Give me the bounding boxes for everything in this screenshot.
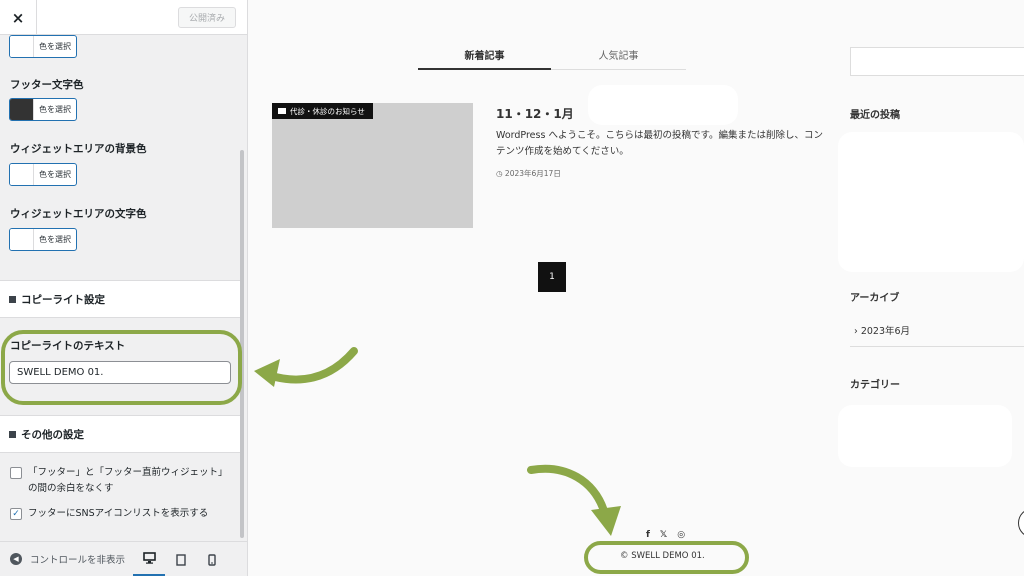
- sns-icons-label: フッターにSNSアイコンリストを表示する: [28, 508, 209, 519]
- footer-sns-list: f 𝕏 ◎: [646, 530, 685, 540]
- post-date: ◷ 2023年6月17日: [496, 169, 561, 178]
- blur-overlay: [838, 405, 1012, 467]
- search-input[interactable]: [850, 47, 1024, 76]
- facebook-icon[interactable]: f: [646, 530, 650, 540]
- annotation-arrow-left: [254, 347, 358, 387]
- close-button[interactable]: ×: [0, 0, 37, 35]
- section-square-icon: [9, 295, 16, 303]
- color-swatch: [10, 99, 34, 120]
- tab-popular-posts[interactable]: 人気記事: [551, 40, 686, 70]
- other-settings-section-header[interactable]: その他の設定: [0, 415, 243, 453]
- tablet-preview-button[interactable]: [165, 542, 197, 576]
- widget-text-color-picker[interactable]: 色を選択: [9, 228, 77, 251]
- select-color-label: 色を選択: [39, 170, 71, 179]
- category-label: 代診・休診のお知らせ: [290, 106, 365, 116]
- post-excerpt: WordPress へようこそ。こちらは最初の投稿です。編集または削除し、コンテ…: [496, 130, 823, 157]
- mobile-icon: [208, 553, 216, 566]
- checkmark-icon: ✓: [12, 509, 20, 519]
- recent-posts-widget-title: 最近の投稿: [850, 110, 900, 121]
- footer-text-color-picker[interactable]: 色を選択: [9, 98, 77, 121]
- copyright-section-title: コピーライト設定: [21, 293, 105, 306]
- hide-controls-label: コントロールを非表示: [30, 555, 126, 566]
- select-color-label: 色を選択: [39, 235, 71, 244]
- color-picker-previous[interactable]: 色を選択: [9, 35, 77, 58]
- footer-text-color-label: フッター文字色: [10, 79, 84, 91]
- post-thumbnail[interactable]: [272, 103, 473, 228]
- category-badge: 代診・休診のお知らせ: [272, 103, 373, 119]
- select-color-label: 色を選択: [39, 42, 71, 51]
- desktop-preview-button[interactable]: [133, 542, 165, 576]
- post-title[interactable]: 11・12・1月: [496, 105, 574, 122]
- instagram-icon[interactable]: ◎: [677, 530, 685, 540]
- highlight-ring: [1, 330, 242, 405]
- highlight-ring: [584, 541, 749, 574]
- sns-icons-checkbox[interactable]: ✓: [10, 508, 22, 520]
- color-swatch: [10, 164, 34, 185]
- desktop-icon: [142, 552, 156, 564]
- section-square-icon: [9, 430, 16, 438]
- annotation-arrow-down: [527, 464, 621, 536]
- remove-gap-option[interactable]: 「フッター」と「フッター直前ウィジェット」 の間の余白をなくす: [10, 465, 228, 497]
- collapse-arrow-icon: ◀: [10, 553, 22, 565]
- customizer-sidebar: × 公開済み 色を選択 フッター文字色 色を選択 ウィジェットエリアの背景色 色…: [0, 0, 248, 576]
- sidebar-header: × 公開済み: [0, 0, 247, 35]
- divider: [850, 346, 1024, 347]
- widget-text-color-label: ウィジェットエリアの文字色: [10, 208, 147, 220]
- tab-new-posts[interactable]: 新着記事: [418, 40, 551, 70]
- remove-gap-label: 「フッター」と「フッター直前ウィジェット」 の間の余白をなくす: [28, 465, 228, 497]
- mobile-preview-button[interactable]: [196, 542, 228, 576]
- select-color-label: 色を選択: [39, 105, 71, 114]
- color-swatch: [10, 36, 34, 57]
- close-icon: ×: [11, 8, 25, 27]
- site-preview: 新着記事 人気記事 代診・休診のお知らせ 11・12・1月 WordPress …: [248, 0, 1024, 576]
- other-settings-title: その他の設定: [21, 428, 84, 441]
- categories-widget-title: カテゴリー: [850, 380, 900, 391]
- folder-icon: [278, 108, 286, 114]
- pagination-current-page[interactable]: 1: [538, 262, 566, 292]
- remove-gap-checkbox[interactable]: [10, 467, 22, 479]
- widget-bg-color-picker[interactable]: 色を選択: [9, 163, 77, 186]
- archive-item[interactable]: › 2023年6月: [854, 323, 910, 337]
- publish-button[interactable]: 公開済み: [178, 7, 236, 28]
- remove-gap-label-line1: 「フッター」と「フッター直前ウィジェット」: [28, 467, 228, 478]
- copyright-section-header[interactable]: コピーライト設定: [0, 280, 243, 318]
- hide-controls-button[interactable]: ◀ コントロールを非表示: [10, 552, 125, 566]
- color-swatch: [10, 229, 34, 250]
- sidebar-footer: ◀ コントロールを非表示: [0, 541, 247, 576]
- remove-gap-label-line2: の間の余白をなくす: [28, 483, 114, 494]
- x-icon[interactable]: 𝕏: [660, 530, 667, 540]
- blur-overlay: [588, 85, 738, 125]
- archive-widget-title: アーカイブ: [850, 293, 900, 304]
- blur-overlay: [838, 132, 1024, 272]
- widget-bg-color-label: ウィジェットエリアの背景色: [10, 143, 147, 155]
- tablet-icon: [176, 553, 186, 566]
- sns-icons-option[interactable]: ✓ フッターにSNSアイコンリストを表示する: [10, 506, 208, 522]
